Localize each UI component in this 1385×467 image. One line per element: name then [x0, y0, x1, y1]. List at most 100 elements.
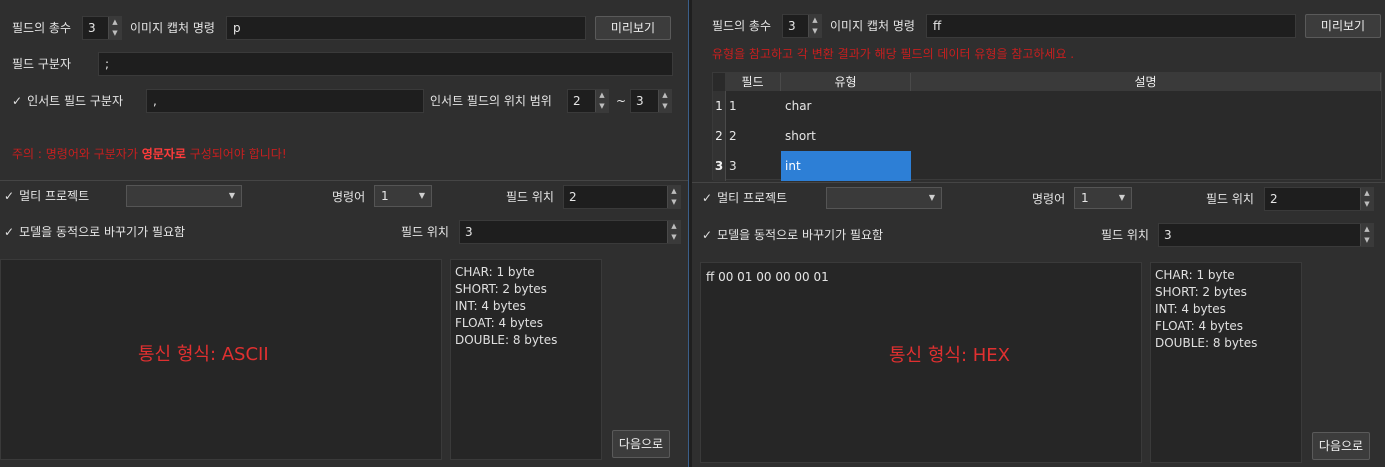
info-line: SHORT: 2 bytes [1155, 285, 1247, 299]
spin-arrows-icon[interactable]: ▲ ▼ [667, 186, 680, 208]
info-line: DOUBLE: 8 bytes [1155, 336, 1258, 350]
field-count-value: 3 [788, 19, 796, 33]
model-dynamic-checkbox[interactable]: ✓ 모델을 동적으로 바꾸기가 필요함 [4, 224, 185, 240]
field-pos2-value: 3 [1164, 228, 1172, 242]
field-pos-spinbox[interactable]: 2 ▲ ▼ [563, 185, 681, 209]
check-icon: ✓ [4, 225, 15, 239]
table-header-field[interactable]: 필드 [725, 73, 781, 91]
right-panel: 필드의 총수 3 ▲ ▼ 이미지 캡처 명령 ff 미리보기 유형을 참고하고 각… [692, 0, 1385, 467]
type-info-box: CHAR: 1 byte SHORT: 2 bytes INT: 4 bytes… [450, 259, 602, 460]
warning-text: 유형을 참고하고 각 변환 결과가 해당 필드의 데이터 유형을 참고하세요 . [712, 47, 1075, 61]
range-to-spinbox[interactable]: 3 ▲ ▼ [630, 89, 672, 113]
chevron-down-icon: ▼ [928, 193, 935, 202]
field-pos2-spinbox[interactable]: 3 ▲ ▼ [1158, 223, 1374, 247]
command-value: 1 [1081, 191, 1089, 205]
spin-arrows-icon[interactable]: ▲ ▼ [1360, 188, 1373, 210]
field-sep-label: 필드 구분자 [12, 57, 72, 71]
range-to-value: 3 [636, 94, 644, 108]
insert-sep-label: 인서트 필드 구분자 [27, 94, 124, 108]
next-button[interactable]: 다음으로 [612, 430, 670, 458]
field-count-value: 3 [88, 21, 96, 35]
capture-cmd-label: 이미지 캡처 명령 [130, 21, 215, 35]
type-info-list: CHAR: 1 byte SHORT: 2 bytes INT: 4 bytes… [1155, 267, 1257, 352]
table-cell-type[interactable]: short [781, 121, 911, 151]
info-line: INT: 4 bytes [455, 299, 526, 313]
field-count-label: 필드의 총수 [712, 19, 772, 33]
spin-arrows-icon[interactable]: ▲ ▼ [108, 17, 121, 39]
field-pos-value: 2 [569, 190, 577, 204]
command-value: 1 [381, 189, 389, 203]
info-line: FLOAT: 4 bytes [455, 316, 544, 330]
info-line: CHAR: 1 byte [455, 265, 535, 279]
spin-arrows-icon[interactable]: ▲ ▼ [595, 90, 608, 112]
check-icon: ✓ [12, 94, 23, 108]
next-button[interactable]: 다음으로 [1312, 432, 1370, 460]
multi-project-checkbox[interactable]: ✓ 멀티 프로젝트 [702, 190, 787, 206]
field-pos-label: 필드 위치 [1206, 192, 1254, 206]
info-line: SHORT: 2 bytes [455, 282, 547, 296]
command-select[interactable]: 1 ▼ [374, 185, 432, 207]
field-count-label: 필드의 총수 [12, 21, 72, 35]
chevron-down-icon: ▼ [1118, 193, 1125, 202]
table-header-type[interactable]: 유형 [781, 73, 911, 91]
field-pos-value: 2 [1270, 192, 1278, 206]
type-info-box: CHAR: 1 byte SHORT: 2 bytes INT: 4 bytes… [1150, 262, 1302, 463]
model-dynamic-checkbox[interactable]: ✓ 모델을 동적으로 바꾸기가 필요함 [702, 227, 883, 243]
field-pos2-value: 3 [465, 225, 473, 239]
protocol-text: 통신 형식: ASCII [138, 344, 269, 365]
info-line: INT: 4 bytes [1155, 302, 1226, 316]
table-cell-type[interactable]: char [781, 91, 911, 121]
command-label: 명령어 [332, 190, 366, 204]
spin-arrows-icon[interactable]: ▲ ▼ [808, 15, 821, 37]
model-dynamic-label: 모델을 동적으로 바꾸기가 필요함 [717, 228, 884, 242]
protocol-text: 통신 형식: HEX [889, 345, 1010, 366]
range-tilde: ~ [616, 94, 627, 108]
project-select[interactable]: ▼ [826, 187, 942, 209]
multi-project-label: 멀티 프로젝트 [19, 189, 90, 203]
preview-button[interactable]: 미리보기 [595, 16, 671, 40]
check-icon: ✓ [4, 189, 15, 203]
table-cell-field[interactable]: 3 [725, 151, 781, 181]
hex-preview-area: ff 00 01 00 00 00 01 통신 형식: HEX [700, 262, 1142, 463]
field-pos2-label: 필드 위치 [1101, 228, 1149, 242]
insert-sep-checkbox[interactable]: ✓ 인서트 필드 구분자 [12, 93, 123, 109]
left-panel: 필드의 총수 3 ▲ ▼ 이미지 캡처 명령 p 미리보기 필드 구분자 ; ✓ 인… [0, 0, 688, 467]
spin-arrows-icon[interactable]: ▲ ▼ [658, 90, 671, 112]
info-line: FLOAT: 4 bytes [1155, 319, 1244, 333]
divider [692, 182, 1385, 183]
capture-cmd-input[interactable]: p [226, 16, 586, 40]
table-cell-field[interactable]: 1 [725, 91, 781, 121]
multi-project-label: 멀티 프로젝트 [717, 191, 788, 205]
spin-arrows-icon[interactable]: ▲ ▼ [667, 221, 680, 243]
table-cell-type-selected[interactable]: int [781, 151, 911, 181]
warning-text: 주의 : 명령어와 구분자가 영문자로 구성되어야 합니다! [12, 147, 287, 161]
capture-cmd-input[interactable]: ff [926, 14, 1296, 38]
multi-project-checkbox[interactable]: ✓ 멀티 프로젝트 [4, 188, 89, 204]
spin-arrows-icon[interactable]: ▲ ▼ [1360, 224, 1373, 246]
command-label: 명령어 [1032, 192, 1066, 206]
project-select[interactable]: ▼ [126, 185, 242, 207]
range-from-value: 2 [573, 94, 581, 108]
table-cell-field[interactable]: 2 [725, 121, 781, 151]
field-pos-label: 필드 위치 [506, 190, 554, 204]
model-dynamic-label: 모델을 동적으로 바꾸기가 필요함 [19, 225, 186, 239]
info-line: CHAR: 1 byte [1155, 268, 1235, 282]
hex-preview-text: ff 00 01 00 00 00 01 [706, 270, 829, 284]
table-header-desc[interactable]: 설명 [911, 73, 1381, 91]
insert-sep-input[interactable]: , [146, 89, 424, 113]
preview-button[interactable]: 미리보기 [1305, 14, 1381, 38]
field-pos2-spinbox[interactable]: 3 ▲ ▼ [459, 220, 681, 244]
field-count-spinbox[interactable]: 3 ▲ ▼ [782, 14, 822, 38]
check-icon: ✓ [702, 191, 713, 205]
range-from-spinbox[interactable]: 2 ▲ ▼ [567, 89, 609, 113]
insert-range-label: 인서트 필드의 위치 범위 [430, 94, 552, 108]
command-select[interactable]: 1 ▼ [1074, 187, 1132, 209]
check-icon: ✓ [702, 228, 713, 242]
field-count-spinbox[interactable]: 3 ▲ ▼ [82, 16, 122, 40]
field-sep-input[interactable]: ; [98, 52, 673, 76]
field-pos-spinbox[interactable]: 2 ▲ ▼ [1264, 187, 1374, 211]
chevron-down-icon: ▼ [418, 191, 425, 200]
divider [0, 180, 688, 181]
field-type-table[interactable]: 필드 유형 설명 1 1 char 2 2 short 3 3 int [712, 72, 1382, 181]
info-line: DOUBLE: 8 bytes [455, 333, 558, 347]
